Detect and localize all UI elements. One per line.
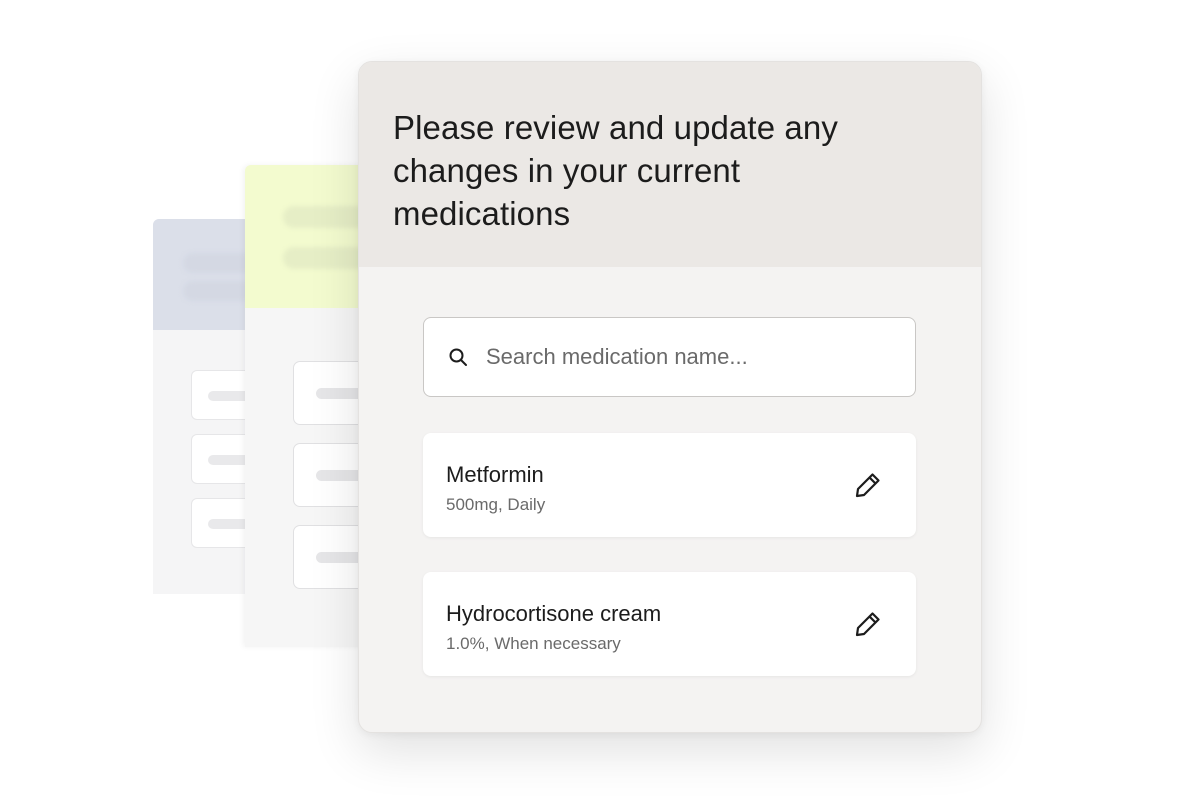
page-title: Please review and update any changes in … xyxy=(393,109,838,232)
medications-card-header: Please review and update any changes in … xyxy=(359,62,981,267)
medication-item[interactable]: Hydrocortisone cream 1.0%, When necessar… xyxy=(423,572,916,676)
pencil-icon xyxy=(855,612,880,637)
medication-search[interactable] xyxy=(423,317,916,397)
search-icon xyxy=(446,345,470,369)
medications-card: Please review and update any changes in … xyxy=(358,61,982,733)
medication-detail: 1.0%, When necessary xyxy=(446,634,621,653)
medication-name: Metformin xyxy=(446,462,544,487)
illustration-stage: Please review and update any changes in … xyxy=(0,0,1200,800)
medication-name: Hydrocortisone cream xyxy=(446,601,662,626)
edit-medication-button[interactable] xyxy=(850,606,886,642)
search-input[interactable] xyxy=(486,344,886,370)
edit-medication-button[interactable] xyxy=(850,467,886,503)
medication-item[interactable]: Metformin 500mg, Daily xyxy=(423,433,916,537)
pencil-icon xyxy=(855,473,880,498)
medication-detail: 500mg, Daily xyxy=(446,495,546,514)
